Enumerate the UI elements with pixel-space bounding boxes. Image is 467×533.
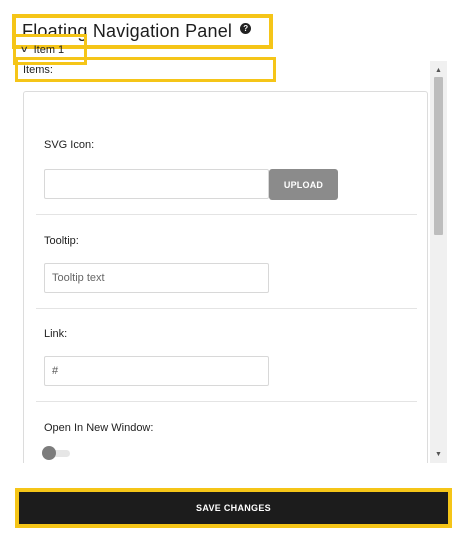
item-panel: SVG Icon: UPLOAD Tooltip: Link: Open In … — [23, 91, 428, 463]
item-title: Item 1 — [33, 43, 65, 56]
save-button-container: SAVE CHANGES — [15, 488, 452, 528]
chevron-down-icon: ∨ — [19, 44, 29, 54]
scroll-up-arrow-icon[interactable]: ▲ — [430, 63, 447, 77]
scroll-down-arrow-icon[interactable]: ▼ — [430, 447, 447, 461]
divider — [36, 401, 417, 402]
link-input[interactable] — [44, 356, 269, 386]
item-header[interactable]: ∨ Item 1 — [13, 34, 87, 65]
new-window-toggle[interactable] — [42, 446, 72, 460]
tooltip-label: Tooltip: — [44, 235, 79, 247]
question-circle-icon[interactable]: ? — [240, 23, 252, 34]
upload-button[interactable]: UPLOAD — [269, 169, 338, 200]
svg-icon-label: SVG Icon: — [44, 139, 95, 151]
scrollbar-thumb[interactable] — [434, 77, 443, 235]
scrollbar[interactable]: ▲ ▼ — [430, 61, 447, 463]
toggle-knob — [42, 446, 56, 460]
divider — [36, 308, 417, 309]
tooltip-input[interactable] — [44, 263, 269, 293]
link-label: Link: — [44, 328, 68, 340]
svg-icon-input[interactable] — [44, 169, 269, 199]
items-scroll-area[interactable]: SVG Icon: UPLOAD Tooltip: Link: Open In … — [15, 61, 447, 463]
new-window-label: Open In New Window: — [44, 422, 154, 434]
divider — [36, 214, 417, 215]
items-label: Items: — [23, 63, 53, 76]
save-changes-button[interactable]: SAVE CHANGES — [19, 492, 448, 524]
